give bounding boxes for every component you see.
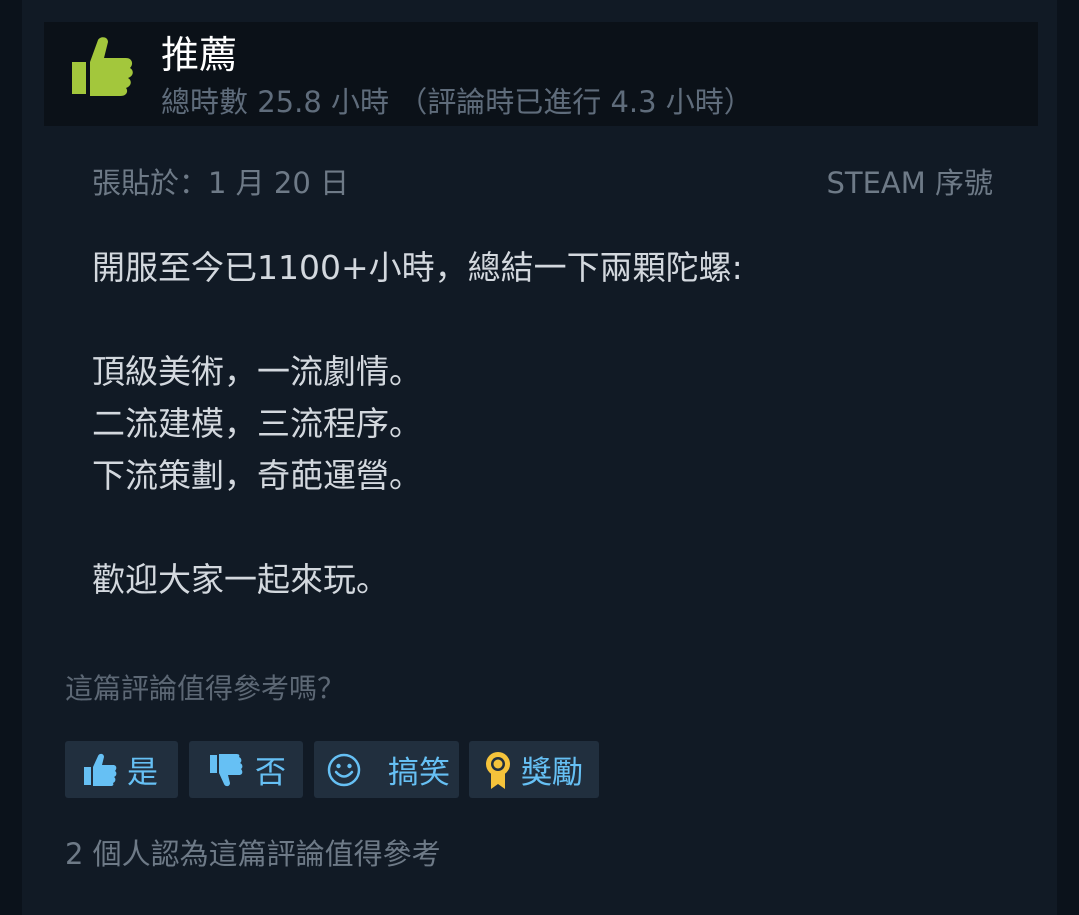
vote-no-label: 否 — [255, 755, 286, 791]
review-line — [92, 294, 743, 346]
helpful-count: 2 個人認為這篇評論值得參考 — [65, 837, 441, 871]
thumbs-up-icon — [84, 753, 117, 786]
thumbs-down-icon — [210, 753, 243, 786]
review-line — [92, 502, 743, 554]
thumbs-up-icon — [72, 37, 133, 96]
review-line: 歡迎大家一起來玩。 — [92, 560, 389, 599]
product-source: STEAM 序號 — [826, 166, 993, 200]
vote-no-button[interactable]: 否 — [189, 741, 303, 798]
review-line: 下流策劃，奇葩運營。 — [92, 456, 422, 495]
playtime-hours: 總時數 25.8 小時 （評論時已進行 4.3 小時） — [161, 85, 753, 119]
review-page: 推薦 總時數 25.8 小時 （評論時已進行 4.3 小時） 張貼於：1 月 2… — [0, 0, 1079, 915]
vote-funny-button[interactable]: 搞笑 — [314, 741, 459, 798]
vote-yes-label: 是 — [127, 755, 158, 791]
helpful-question: 這篇評論值得參考嗎？ — [65, 672, 346, 705]
review-text: 開服至今已1100+小時，總結一下兩顆陀螺: 頂級美術，一流劇情。 二流建模，三… — [92, 242, 743, 606]
vote-funny-label: 搞笑 — [388, 755, 450, 791]
review-card: 推薦 總時數 25.8 小時 （評論時已進行 4.3 小時） 張貼於：1 月 2… — [22, 0, 1057, 915]
smiley-icon — [327, 753, 361, 786]
award-button[interactable]: 獎勵 — [469, 741, 599, 798]
vote-yes-button[interactable]: 是 — [65, 741, 178, 798]
award-ribbon-icon — [486, 751, 510, 789]
recommendation-title: 推薦 — [161, 33, 238, 77]
posted-date: 張貼於：1 月 20 日 — [92, 166, 350, 200]
review-line: 二流建模，三流程序。 — [92, 404, 422, 443]
award-label: 獎勵 — [521, 755, 583, 791]
review-header[interactable]: 推薦 總時數 25.8 小時 （評論時已進行 4.3 小時） — [44, 22, 1038, 126]
review-line: 頂級美術，一流劇情。 — [92, 352, 422, 391]
review-line: 開服至今已1100+小時，總結一下兩顆陀螺: — [92, 248, 743, 287]
